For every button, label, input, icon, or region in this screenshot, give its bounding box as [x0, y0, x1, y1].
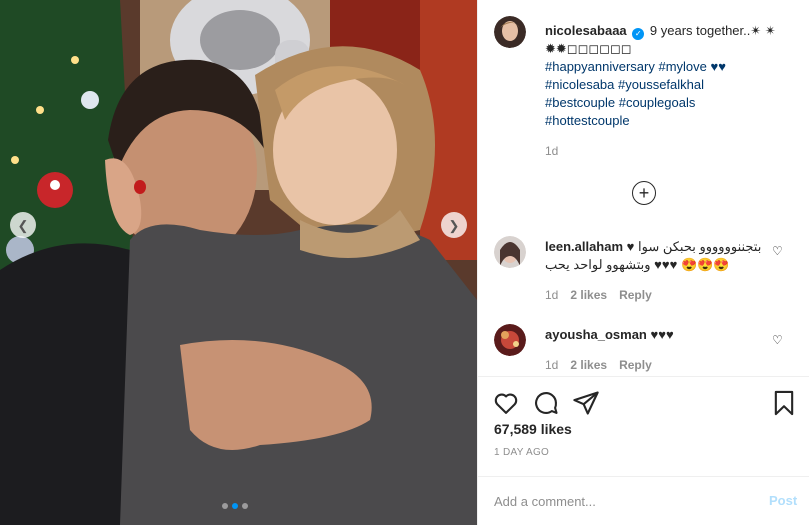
caption-meta: 1d: [545, 144, 558, 158]
caption-hashtags-2[interactable]: #nicolesaba #youssefalkhal: [545, 77, 704, 92]
comment-meta: 1d 2 likes Reply: [545, 288, 652, 302]
comments-section: nicolesabaaa ✓ 9 years together..✴ ✴ ✹✹◻…: [478, 0, 809, 376]
save-button[interactable]: [770, 389, 798, 417]
commenter-avatar-image: [494, 236, 526, 268]
caption-hashtags-4[interactable]: #hottestcouple: [545, 113, 630, 128]
comment-username[interactable]: leen.allaham: [545, 239, 623, 254]
speech-bubble-icon: [535, 392, 558, 414]
comment-age: 1d: [545, 288, 559, 302]
comment-like-count[interactable]: 2 likes: [570, 358, 607, 372]
carousel-dot: [242, 503, 248, 509]
comment-age: 1d: [545, 358, 559, 372]
heart-outline-icon: ♡: [772, 244, 783, 258]
caption-hashtags-1[interactable]: #happyanniversary #mylove ♥♥: [545, 59, 726, 74]
commenter-avatar[interactable]: [494, 236, 526, 268]
comment-text: ♥ بتجننوووووو بحبكن سوا: [626, 239, 762, 254]
comment-body: leen.allaham ♥ بتجننوووووو بحبكن سوا وبت…: [545, 238, 785, 274]
post-date: 1 DAY AGO: [494, 447, 550, 458]
carousel-dot-active: [232, 503, 238, 509]
heart-outline-icon: ♡: [772, 333, 783, 347]
comment-like-button[interactable]: ♡: [772, 333, 783, 347]
comment-meta: 1d 2 likes Reply: [545, 358, 652, 372]
verified-badge-icon: ✓: [632, 28, 645, 40]
comment-button[interactable]: [532, 389, 560, 417]
caption-age: 1d: [545, 144, 559, 158]
couple-photo-illustration: [0, 0, 477, 525]
chevron-right-icon: ❯: [448, 217, 460, 233]
comment-username[interactable]: ayousha_osman: [545, 327, 647, 342]
comment-text: ♥♥♥: [650, 327, 674, 342]
heart-outline-icon: [494, 393, 518, 414]
author-avatar[interactable]: [494, 16, 526, 48]
post-comment-button[interactable]: Post: [769, 493, 797, 508]
caption: nicolesabaaa ✓ 9 years together..✴ ✴ ✹✹◻…: [545, 22, 785, 130]
chevron-left-icon: ❮: [17, 217, 29, 233]
author-avatar-image: [494, 16, 526, 48]
share-button[interactable]: [572, 389, 600, 417]
author-username[interactable]: nicolesabaaa: [545, 23, 627, 38]
carousel-next-button[interactable]: ❯: [441, 212, 467, 238]
comment-like-count[interactable]: 2 likes: [570, 288, 607, 302]
bookmark-icon: [774, 390, 794, 416]
comment-reply-button[interactable]: Reply: [619, 358, 652, 372]
comment-like-button[interactable]: ♡: [772, 244, 783, 258]
comment-reply-button[interactable]: Reply: [619, 288, 652, 302]
commenter-avatar-image: [494, 324, 526, 356]
comment-body: ayousha_osman ♥♥♥: [545, 326, 785, 344]
paper-plane-icon: [573, 391, 599, 415]
carousel-dots: [222, 503, 248, 509]
load-more-comments-button[interactable]: +: [632, 181, 656, 205]
comment-input[interactable]: [494, 491, 744, 511]
carousel-dot: [222, 503, 228, 509]
like-button[interactable]: [492, 389, 520, 417]
plus-circle-icon: +: [638, 183, 650, 203]
caption-hashtags-3[interactable]: #bestcouple #couplegoals: [545, 95, 695, 110]
post-side-panel: nicolesabaaa ✓ 9 years together..✴ ✴ ✹✹◻…: [477, 0, 809, 525]
commenter-avatar[interactable]: [494, 324, 526, 356]
comment-text-line2: وبتشهوو لواحد يحب ♥♥♥ 😍😍😍: [545, 257, 730, 272]
post-photo: ❮ ❯: [0, 0, 477, 525]
comment-composer: Post: [478, 476, 809, 525]
carousel-prev-button[interactable]: ❮: [10, 212, 36, 238]
like-count[interactable]: 67,589 likes: [494, 421, 572, 437]
post-actions: 67,589 likes 1 DAY AGO: [478, 376, 809, 476]
